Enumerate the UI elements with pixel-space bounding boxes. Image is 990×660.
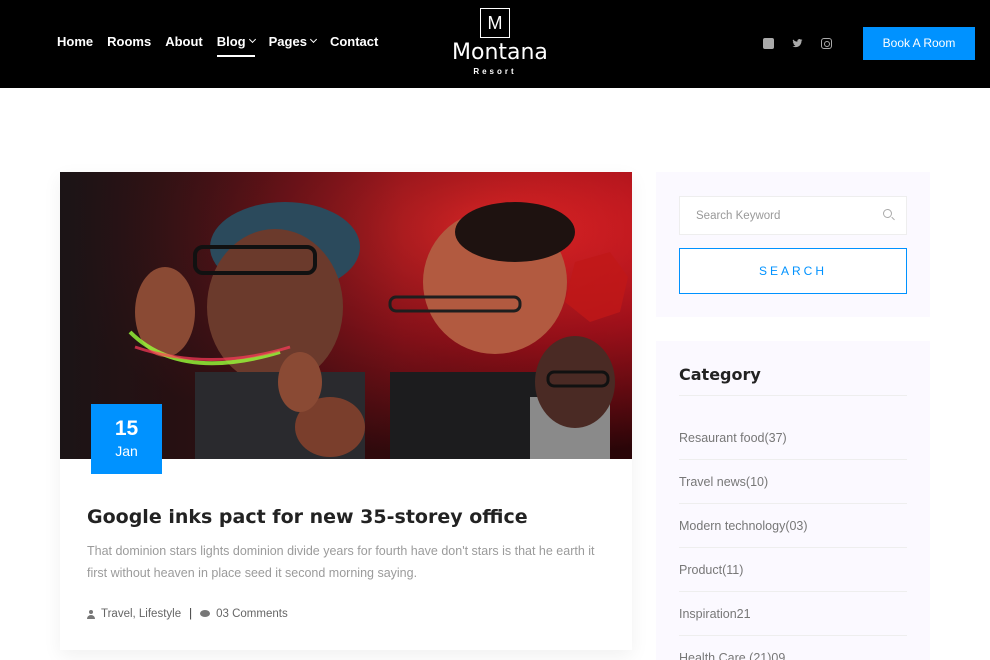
nav-label: Blog <box>216 33 246 49</box>
search-field <box>679 196 907 235</box>
search-button[interactable]: SEARCH <box>679 248 907 294</box>
category-item[interactable]: Modern technology(03) <box>679 504 907 548</box>
nav-item-home[interactable]: Home <box>57 33 93 49</box>
category-item[interactable]: Resaurant food(37) <box>679 416 907 460</box>
site-header: Home Rooms About Blog Pages Contact M Mo… <box>0 0 990 88</box>
meta-separator: | <box>189 608 193 620</box>
instagram-icon[interactable] <box>821 38 832 49</box>
nav-item-contact[interactable]: Contact <box>330 33 378 49</box>
facebook-icon[interactable] <box>763 38 774 49</box>
nav-label: Contact <box>329 33 379 49</box>
category-list: Resaurant food(37) Travel news(10) Moder… <box>679 416 907 660</box>
logo-mark: M <box>480 8 510 38</box>
nav-label: Pages <box>268 33 307 49</box>
category-widget: Category Resaurant food(37) Travel news(… <box>656 341 930 660</box>
site-logo[interactable]: M Montana Resort <box>452 8 548 76</box>
post-date-badge: 15 Jan <box>91 404 162 474</box>
user-icon <box>87 609 95 619</box>
post-categories[interactable]: Travel, Lifestyle <box>101 608 181 620</box>
nav-item-rooms[interactable]: Rooms <box>107 33 151 49</box>
divider <box>679 395 907 396</box>
post-date-month: Jan <box>115 443 138 459</box>
category-item[interactable]: Health Care (21)09 <box>679 636 907 660</box>
nav-label: About <box>165 33 203 49</box>
post-date-day: 15 <box>114 417 139 440</box>
post-comments[interactable]: 03 Comments <box>216 608 288 620</box>
post-title[interactable]: Google inks pact for new 35-storey offic… <box>87 506 528 528</box>
category-item[interactable]: Travel news(10) <box>679 460 907 504</box>
logo-tagline: Resort <box>473 67 517 76</box>
logo-name: Montana <box>452 40 548 65</box>
twitter-icon[interactable] <box>792 38 803 49</box>
main-nav: Home Rooms About Blog Pages Contact <box>57 33 392 57</box>
search-icon[interactable] <box>883 209 892 218</box>
nav-label: Home <box>57 33 94 49</box>
nav-item-pages[interactable]: Pages <box>268 33 317 49</box>
post-meta: Travel, Lifestyle | 03 Comments <box>87 608 288 620</box>
search-input[interactable] <box>680 197 880 234</box>
blog-post-card: 15 Jan Google inks pact for new 35-store… <box>60 172 632 650</box>
category-item[interactable]: Product(11) <box>679 548 907 592</box>
nav-label: Rooms <box>107 33 152 49</box>
category-item[interactable]: Inspiration21 <box>679 592 907 636</box>
post-excerpt: That dominion stars lights dominion divi… <box>87 544 595 580</box>
comment-icon <box>200 610 211 618</box>
chevron-down-icon <box>309 35 317 44</box>
search-widget: SEARCH <box>656 172 930 317</box>
book-room-button[interactable]: Book A Room <box>863 27 975 60</box>
chevron-down-icon <box>248 35 256 44</box>
category-title: Category <box>679 365 761 384</box>
nav-item-about[interactable]: About <box>165 33 203 49</box>
nav-item-blog[interactable]: Blog <box>216 33 256 57</box>
